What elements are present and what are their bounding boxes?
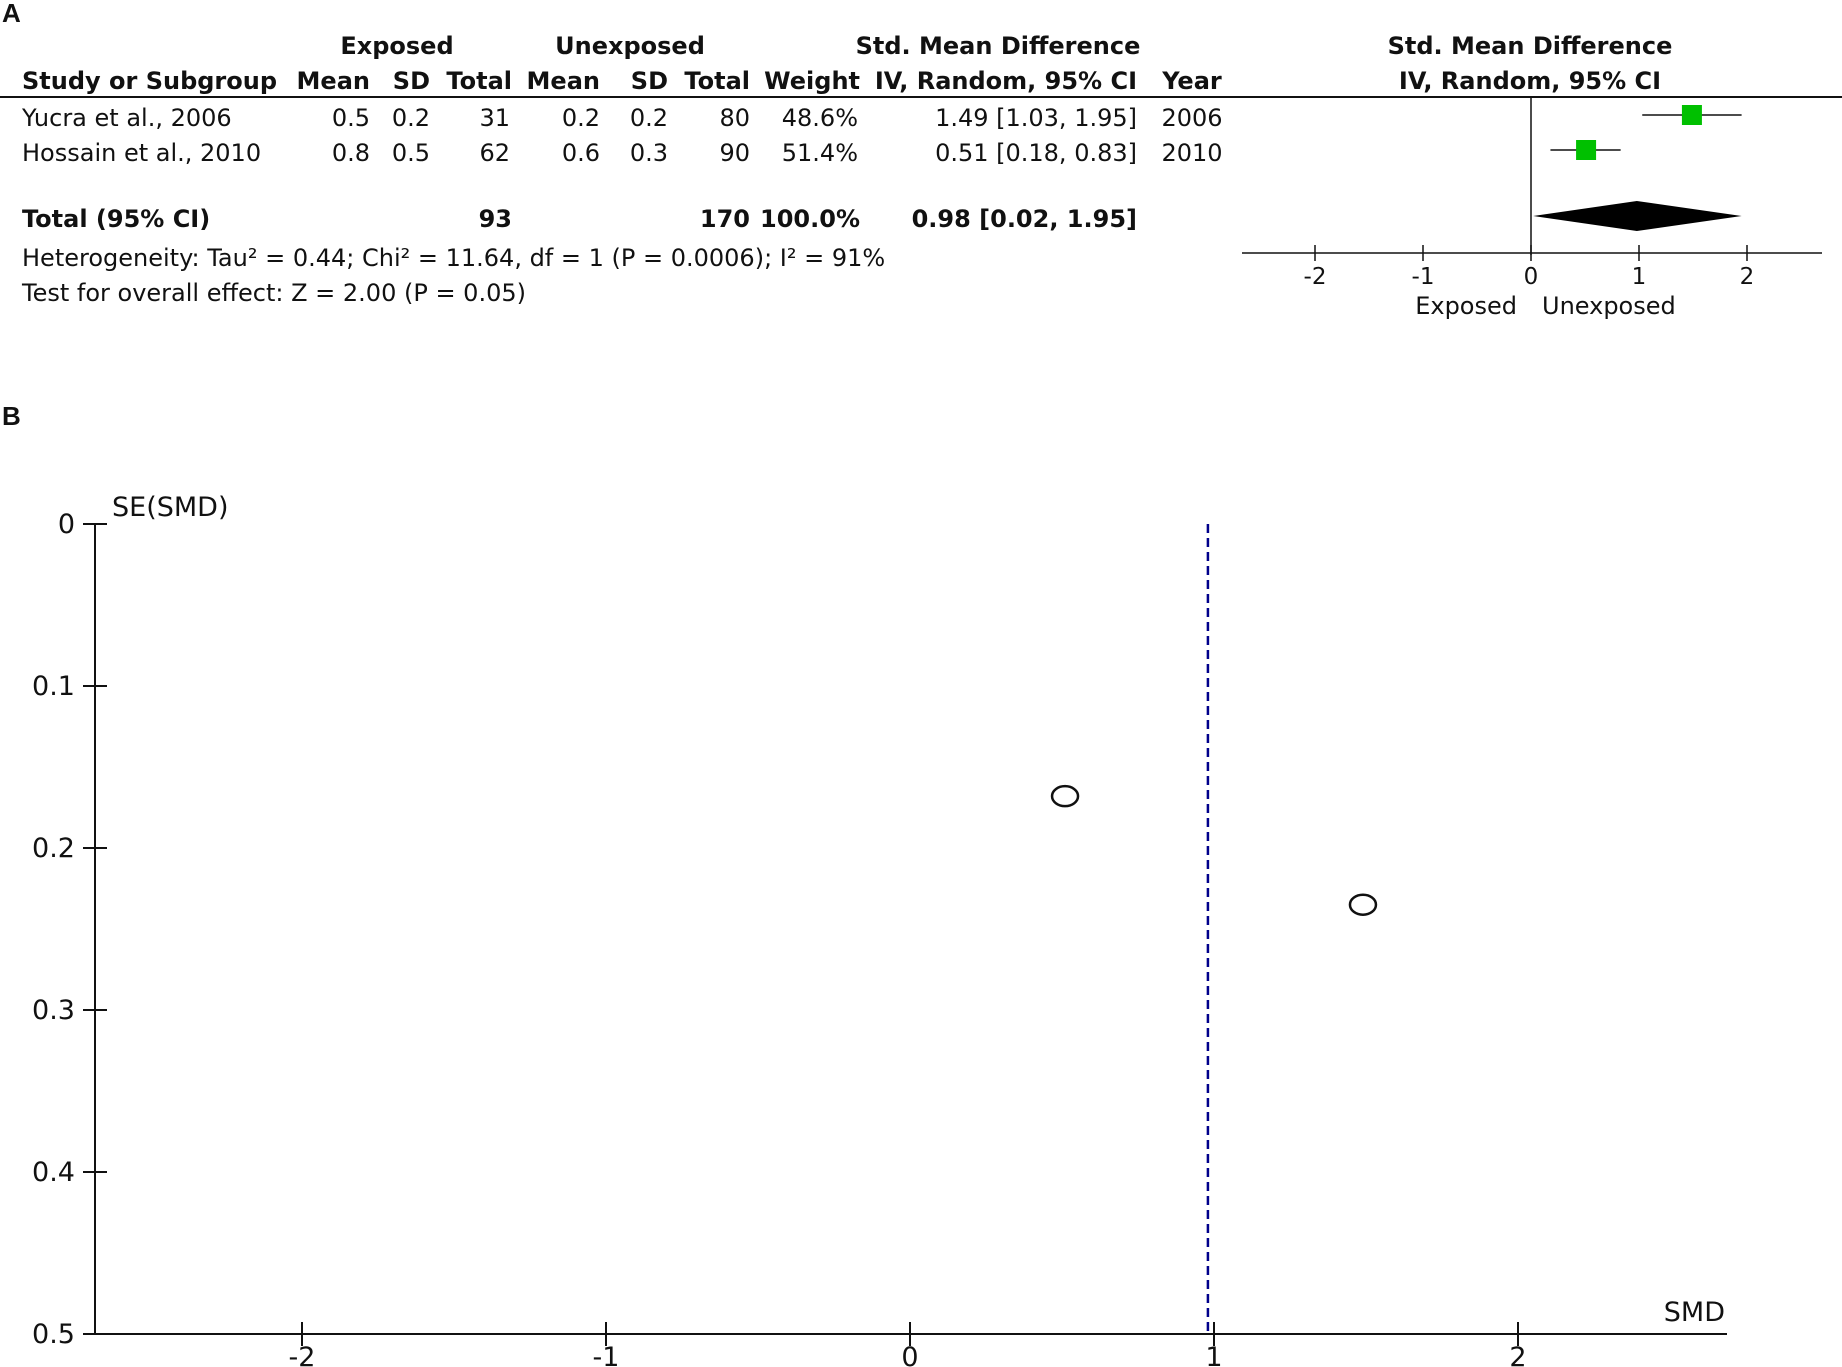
group-header-exposed: Exposed xyxy=(340,32,453,60)
forest-plot: -2 -1 0 1 2 Exposed Unexposed xyxy=(1242,97,1822,320)
funnel-y-tick-label: 0.2 xyxy=(32,833,75,864)
x-axis-label: SMD xyxy=(1664,1297,1725,1328)
row-unexposed-mean: 0.2 xyxy=(562,104,600,132)
study-square xyxy=(1576,140,1597,160)
y-axis-label: SE(SMD) xyxy=(112,492,229,523)
header-exposed-mean: Mean xyxy=(297,67,370,95)
panel-label-b: B xyxy=(2,401,21,431)
row-unexposed-sd: 0.3 xyxy=(630,139,668,167)
funnel-x-tick-label: -2 xyxy=(289,1342,316,1367)
funnel-x-tick-label: 1 xyxy=(1205,1342,1222,1367)
row-unexposed-total: 80 xyxy=(719,104,750,132)
group-header-unexposed: Unexposed xyxy=(555,32,705,60)
row-exposed-sd: 0.5 xyxy=(392,139,430,167)
total-smd-ci: 0.98 [0.02, 1.95] xyxy=(912,205,1137,233)
funnel-y-tick-label: 0 xyxy=(58,509,75,540)
header-unexposed-mean: Mean xyxy=(527,67,600,95)
study-square xyxy=(1681,105,1702,125)
row-exposed-mean: 0.5 xyxy=(332,104,370,132)
header-weight: Weight xyxy=(764,67,860,95)
row-exposed-total: 62 xyxy=(479,139,510,167)
forest-plot-subtitle: IV, Random, 95% CI xyxy=(1399,67,1661,95)
funnel-x-tick-label: 2 xyxy=(1509,1342,1526,1367)
row-year: 2006 xyxy=(1161,104,1222,132)
header-year: Year xyxy=(1161,67,1222,95)
forest-x-tick-label: 0 xyxy=(1524,264,1539,290)
row-unexposed-mean: 0.6 xyxy=(562,139,600,167)
row-exposed-total: 31 xyxy=(479,104,510,132)
panel-label-a: A xyxy=(2,0,21,28)
header-study: Study or Subgroup xyxy=(22,67,277,95)
favours-left-label: Exposed xyxy=(1415,292,1517,320)
funnel-y-tick-label: 0.5 xyxy=(32,1319,75,1350)
total-exposed: 93 xyxy=(479,205,512,233)
header-unexposed-sd: SD xyxy=(631,67,668,95)
total-unexposed: 170 xyxy=(700,205,750,233)
figure-canvas: A B Exposed Unexposed Std. Mean Differen… xyxy=(0,0,1842,1367)
funnel-y-tick-label: 0.4 xyxy=(32,1157,75,1188)
row-exposed-mean: 0.8 xyxy=(332,139,370,167)
funnel-point xyxy=(1348,893,1378,916)
forest-x-tick-label: 2 xyxy=(1740,264,1755,290)
row-smd-ci: 1.49 [1.03, 1.95] xyxy=(935,104,1137,132)
funnel-x-tick-label: -1 xyxy=(593,1342,620,1367)
total-label: Total (95% CI) xyxy=(22,205,210,233)
favours-right-label: Unexposed xyxy=(1542,292,1676,320)
row-unexposed-sd: 0.2 xyxy=(630,104,668,132)
row-smd-ci: 0.51 [0.18, 0.83] xyxy=(935,139,1137,167)
funnel-y-tick-label: 0.1 xyxy=(32,671,75,702)
forest-plot-title: Std. Mean Difference xyxy=(1388,32,1673,60)
pooled-diamond xyxy=(1533,201,1742,231)
row-weight: 48.6% xyxy=(782,104,858,132)
row-weight: 51.4% xyxy=(782,139,858,167)
header-exposed-sd: SD xyxy=(393,67,430,95)
heterogeneity-text: Heterogeneity: Tau² = 0.44; Chi² = 11.64… xyxy=(22,244,885,272)
funnel-plot: SE(SMD) SMD 0 0.1 0.2 0.3 0.4 0.5 -2 -1 0 1 2 xyxy=(32,492,1727,1367)
funnel-y-tick-label: 0.3 xyxy=(32,995,75,1026)
forest-x-tick-label: -1 xyxy=(1412,264,1435,290)
forest-x-tick-label: -2 xyxy=(1304,264,1327,290)
row-study: Yucra et al., 2006 xyxy=(21,104,232,132)
header-smd-ci: IV, Random, 95% CI xyxy=(875,67,1137,95)
funnel-point xyxy=(1050,784,1080,808)
row-unexposed-total: 90 xyxy=(719,139,750,167)
row-study: Hossain et al., 2010 xyxy=(22,139,261,167)
overall-effect-text: Test for overall effect: Z = 2.00 (P = 0… xyxy=(21,279,526,307)
smd-column-header: Std. Mean Difference xyxy=(856,32,1141,60)
row-exposed-sd: 0.2 xyxy=(392,104,430,132)
header-unexposed-total: Total xyxy=(684,67,750,95)
funnel-x-tick-label: 0 xyxy=(901,1342,918,1367)
forest-x-tick-label: 1 xyxy=(1632,264,1647,290)
row-year: 2010 xyxy=(1161,139,1222,167)
header-exposed-total: Total xyxy=(446,67,512,95)
total-weight: 100.0% xyxy=(760,205,860,233)
forest-table: Exposed Unexposed Std. Mean Difference S… xyxy=(0,32,1842,307)
